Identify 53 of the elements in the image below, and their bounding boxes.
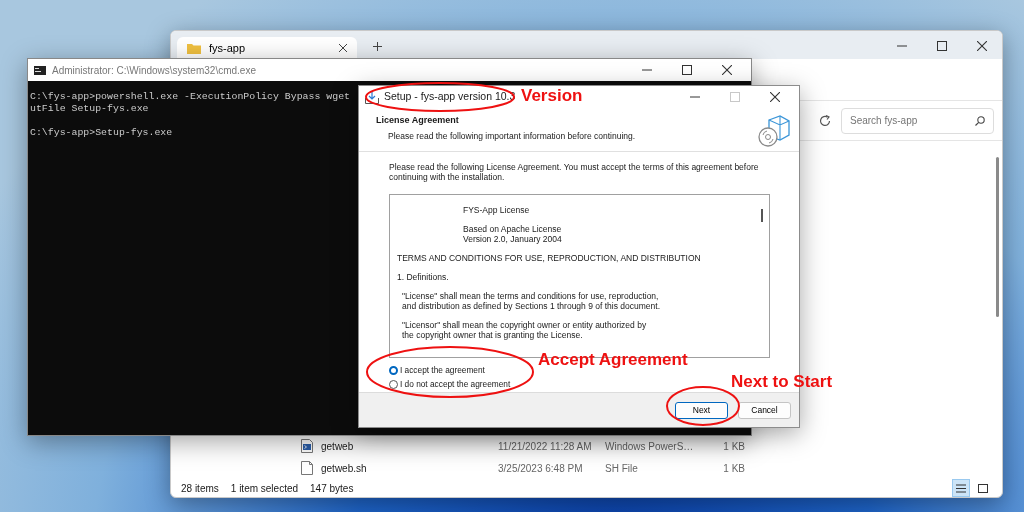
square-icon bbox=[978, 483, 988, 493]
file-size: 1 KB bbox=[722, 461, 745, 476]
list-lines-icon bbox=[956, 483, 966, 493]
license-paragraph: "Licensor" shall mean the copyright owner or entity authorized by the copyright owner that is granting the License. bbox=[401, 320, 648, 340]
agreement-radio-option[interactable]: I accept the agreement bbox=[389, 364, 485, 377]
license-paragraph: Based on Apache License Version 2.0, January 2004 bbox=[462, 224, 563, 244]
close-icon[interactable] bbox=[339, 44, 347, 52]
download-icon bbox=[365, 90, 379, 104]
box-disc-icon bbox=[757, 114, 791, 148]
annotation-text: Next to Start bbox=[731, 373, 833, 390]
annotation-text: Version bbox=[521, 87, 583, 104]
folder-icon bbox=[187, 42, 201, 54]
file-date: 3/25/2023 6:48 PM bbox=[498, 461, 584, 476]
search-icon bbox=[975, 115, 985, 126]
script-file-icon bbox=[301, 439, 313, 453]
window-title: Administrator: C:\Windows\system32\cmd.exe bbox=[52, 63, 256, 78]
search-field[interactable]: Search fys-app bbox=[841, 107, 994, 134]
console-output: C:\fys-app>powershell.exe -ExecutionPolicy Bypass wget utFile Setup-fys.exe bbox=[30, 91, 350, 115]
status-text: 1 item selected bbox=[230, 481, 299, 496]
cancel-button[interactable]: Cancel bbox=[738, 401, 791, 419]
file-name[interactable]: getweb bbox=[321, 438, 498, 454]
section-heading: License Agreement bbox=[376, 114, 460, 127]
license-paragraph: TERMS AND CONDITIONS FOR USE, REPRODUCTION, AND DISTRIBUTION bbox=[397, 253, 702, 263]
license-paragraph: 1. Definitions. bbox=[397, 272, 450, 282]
close-icon[interactable] bbox=[770, 92, 780, 102]
scrollbar-thumb[interactable] bbox=[761, 209, 763, 222]
scrollbar-thumb[interactable] bbox=[995, 157, 999, 317]
status-text: 28 items bbox=[181, 481, 219, 496]
document-icon bbox=[301, 461, 313, 475]
file-size: 1 KB bbox=[722, 439, 745, 454]
annotation-text: Accept Agreement bbox=[538, 351, 688, 368]
instruction-text: Please read the following License Agreement. You must accept the terms of this agreement before continuing with the installation. bbox=[389, 162, 760, 182]
maximize-icon[interactable] bbox=[682, 65, 692, 75]
section-subheading: Please read the following important information before continuing. bbox=[387, 129, 636, 143]
next-button[interactable]: Next bbox=[675, 401, 728, 419]
status-text: 147 bytes bbox=[310, 481, 354, 496]
folder-tab[interactable]: fys-app bbox=[177, 37, 357, 59]
refresh-icon[interactable] bbox=[819, 114, 831, 127]
details-view-button[interactable] bbox=[952, 479, 970, 497]
maximize-icon[interactable] bbox=[937, 41, 947, 51]
close-icon[interactable] bbox=[722, 65, 732, 75]
file-type: Windows PowerS… bbox=[605, 439, 695, 454]
file-name[interactable]: getweb.sh bbox=[321, 460, 498, 476]
console-icon bbox=[34, 65, 46, 75]
file-date: 11/21/2022 11:28 AM bbox=[498, 439, 593, 454]
add-tab-icon[interactable] bbox=[372, 41, 382, 51]
license-paragraph: FYS-App License bbox=[462, 205, 531, 215]
maximize-icon bbox=[730, 92, 740, 102]
console-output: C:\fys-app>Setup-fys.exe bbox=[30, 127, 173, 139]
agreement-radio-option[interactable]: I do not accept the agreement bbox=[389, 378, 511, 391]
file-type: SH File bbox=[605, 461, 639, 476]
license-paragraph: "License" shall mean the terms and conditions for use, reproduction, and distribution as defined by Sections 1 through 9 of this document. bbox=[401, 291, 661, 311]
close-icon[interactable] bbox=[977, 41, 987, 51]
